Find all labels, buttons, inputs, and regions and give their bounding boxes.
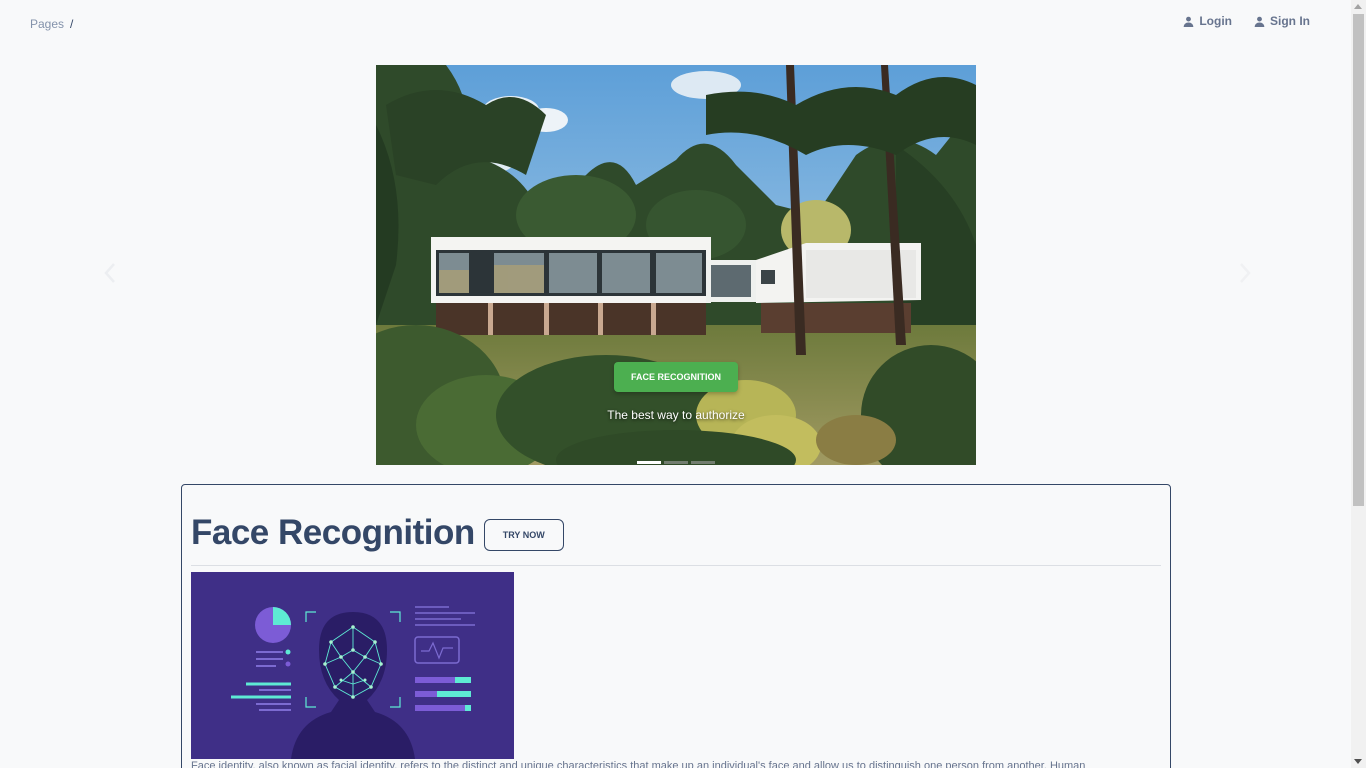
signin-link[interactable]: Sign In (1254, 14, 1310, 28)
user-icon (1184, 16, 1194, 27)
chevron-left-icon (104, 263, 115, 283)
card-description: Face identity, also known as facial iden… (191, 760, 1086, 768)
breadcrumb-root[interactable]: Pages (30, 17, 64, 31)
face-recognition-illustration (191, 572, 514, 759)
carousel-indicators (637, 461, 715, 464)
face-scan-illustration (191, 572, 514, 759)
carousel-caption: FACE RECOGNITION The best way to authori… (376, 362, 976, 422)
breadcrumb: Pages / (30, 17, 73, 31)
scroll-up-icon[interactable] (1354, 4, 1362, 9)
carousel-indicator[interactable] (664, 461, 688, 464)
carousel-prev-button[interactable] (95, 258, 125, 288)
carousel-subtitle: The best way to authorize (607, 408, 745, 422)
page-scrollbar[interactable] (1351, 0, 1366, 768)
card-title: Face Recognition (191, 513, 475, 552)
face-recognition-badge[interactable]: FACE RECOGNITION (613, 362, 738, 392)
carousel-slide: FACE RECOGNITION The best way to authori… (376, 65, 976, 465)
carousel-next-button[interactable] (1230, 258, 1260, 288)
card-divider (191, 565, 1161, 566)
top-nav: Login Sign In (1183, 14, 1310, 28)
face-recognition-card: Face Recognition TRY NOW Face identity, … (181, 484, 1171, 768)
card-header: Face Recognition TRY NOW (191, 513, 564, 553)
try-now-button[interactable]: TRY NOW (483, 519, 564, 551)
user-icon (1254, 16, 1265, 27)
breadcrumb-separator: / (70, 17, 74, 31)
login-label: Login (1199, 14, 1232, 28)
scroll-down-icon[interactable] (1354, 759, 1362, 764)
carousel-indicator[interactable] (691, 461, 715, 464)
chevron-right-icon (1240, 263, 1251, 283)
scrollbar-thumb[interactable] (1353, 14, 1364, 506)
login-link[interactable]: Login (1183, 14, 1232, 28)
carousel-indicator[interactable] (637, 461, 661, 464)
signin-label: Sign In (1270, 14, 1310, 28)
